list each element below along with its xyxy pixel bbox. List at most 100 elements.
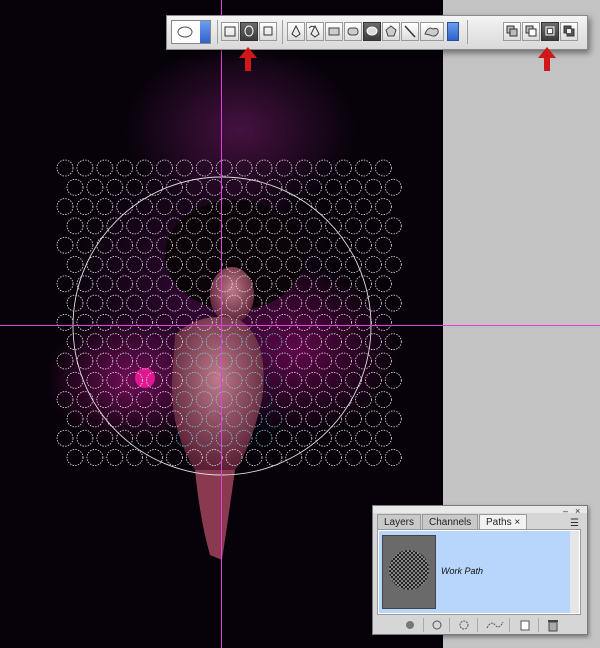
- paths-button[interactable]: [240, 22, 258, 41]
- path-circle: [56, 352, 74, 370]
- path-circle: [374, 391, 392, 409]
- freeform-pen-tool-button[interactable]: [306, 22, 324, 41]
- stroke-path-icon[interactable]: [430, 618, 444, 632]
- path-circle: [116, 391, 134, 409]
- add-to-path-button[interactable]: [503, 22, 521, 41]
- path-circle: [255, 352, 273, 370]
- path-circle: [335, 313, 353, 331]
- exclude-overlap-button[interactable]: [560, 22, 578, 41]
- path-circle: [86, 410, 104, 428]
- path-circle: [235, 275, 253, 293]
- path-circle: [156, 236, 173, 254]
- path-circle: [86, 371, 104, 389]
- panel-menu-icon[interactable]: ☰: [570, 518, 579, 529]
- path-circle: [56, 275, 74, 293]
- path-circle: [235, 313, 253, 331]
- new-path-icon[interactable]: [518, 618, 532, 632]
- ellipse-tool-button[interactable]: [363, 22, 381, 41]
- path-circle: [96, 429, 114, 447]
- path-circle: [384, 294, 402, 312]
- tab-paths-label: Paths: [486, 517, 512, 528]
- path-circle: [106, 371, 124, 389]
- path-circle: [156, 429, 173, 447]
- path-circle: [195, 159, 213, 177]
- path-circle: [265, 217, 283, 235]
- path-circle: [165, 449, 183, 466]
- path-circle: [355, 159, 372, 177]
- subtract-from-path-button[interactable]: [522, 22, 540, 41]
- path-circle: [374, 352, 392, 370]
- preset-dropdown-arrow[interactable]: [200, 21, 210, 43]
- path-circle: [126, 333, 144, 351]
- path-circle: [235, 236, 253, 254]
- make-work-path-icon[interactable]: [485, 618, 505, 632]
- tab-layers[interactable]: Layers: [377, 514, 422, 529]
- minimize-icon[interactable]: –: [563, 506, 568, 516]
- shape-layers-button[interactable]: [221, 22, 239, 41]
- line-tool-button[interactable]: [401, 22, 419, 41]
- path-circle: [146, 294, 163, 312]
- close-icon[interactable]: ×: [575, 506, 580, 516]
- path-circle: [96, 198, 114, 216]
- polygon-tool-button[interactable]: [382, 22, 400, 41]
- tool-preset-picker[interactable]: [171, 20, 211, 44]
- custom-shape-tool-button[interactable]: [420, 22, 444, 41]
- custom-shape-dropdown[interactable]: [447, 22, 459, 41]
- path-circle: [345, 178, 362, 196]
- path-circle: [305, 449, 323, 466]
- rectangle-tool-button[interactable]: [325, 22, 343, 41]
- path-circle: [275, 391, 293, 409]
- path-circle: [106, 410, 124, 428]
- path-circle: [86, 333, 104, 351]
- red-arrow-up-icon: [239, 47, 257, 71]
- path-circle: [96, 275, 114, 293]
- path-circle: [364, 371, 382, 389]
- path-circle: [56, 391, 74, 409]
- rounded-rectangle-tool-button[interactable]: [344, 22, 362, 41]
- delete-path-icon[interactable]: [546, 618, 560, 632]
- fill-path-icon[interactable]: [403, 618, 417, 632]
- path-circle: [116, 159, 134, 177]
- horizontal-guide[interactable]: [0, 325, 600, 326]
- vertical-guide[interactable]: [221, 0, 222, 648]
- path-circle: [374, 198, 392, 216]
- path-circle: [146, 449, 163, 466]
- path-circle: [255, 275, 273, 293]
- tab-paths[interactable]: Paths ×: [479, 514, 528, 529]
- path-circle: [364, 178, 382, 196]
- rounded-rectangle-icon: [347, 27, 359, 36]
- path-circle: [66, 256, 84, 273]
- path-circle: [96, 391, 114, 409]
- tab-close-icon[interactable]: ×: [514, 517, 520, 528]
- path-circle: [245, 333, 263, 351]
- path-circle: [285, 371, 303, 389]
- tab-channels[interactable]: Channels: [422, 514, 479, 529]
- pen-icon: [291, 24, 301, 38]
- path-circle: [245, 449, 263, 466]
- path-circle: [384, 371, 402, 389]
- fill-pixels-button[interactable]: [259, 22, 277, 41]
- path-circle: [205, 333, 223, 351]
- path-circle: [335, 429, 353, 447]
- panel-scrollbar[interactable]: [570, 531, 579, 613]
- panel-footer: [373, 616, 587, 634]
- pen-tool-button[interactable]: [287, 22, 305, 41]
- path-circle: [136, 159, 154, 177]
- path-circle: [146, 371, 163, 389]
- path-circle: [156, 352, 173, 370]
- path-circle: [66, 410, 84, 428]
- path-circle: [126, 256, 144, 273]
- panel-title-bar[interactable]: [373, 506, 587, 513]
- path-name[interactable]: Work Path: [441, 566, 483, 576]
- path-circle: [275, 159, 293, 177]
- path-row-work-path[interactable]: Work Path: [379, 531, 571, 613]
- tool-options-bar: [166, 15, 588, 50]
- path-circle: [195, 391, 213, 409]
- path-circle: [195, 429, 213, 447]
- path-circle: [305, 217, 323, 235]
- intersect-path-button[interactable]: [541, 22, 559, 41]
- load-selection-icon[interactable]: [457, 618, 471, 632]
- path-circle: [225, 371, 243, 389]
- path-circle: [215, 198, 233, 216]
- path-circle: [185, 178, 203, 196]
